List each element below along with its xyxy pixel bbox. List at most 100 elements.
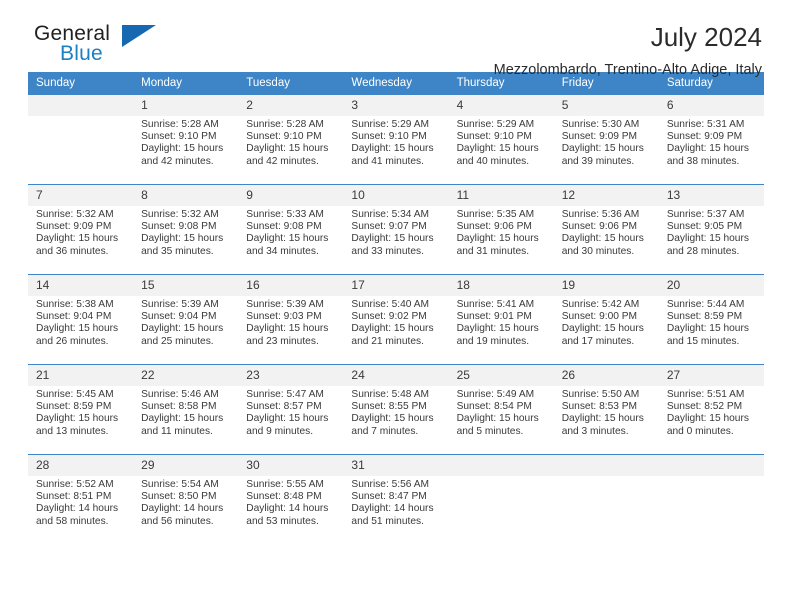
day-cell[interactable]: 27 Sunrise: 5:51 AM Sunset: 8:52 PM Dayl… xyxy=(658,364,764,455)
day-cell[interactable]: 21 Sunrise: 5:45 AM Sunset: 8:59 PM Dayl… xyxy=(28,364,134,455)
calendar-page: General Blue July 2024 Mezzolombardo, Tr… xyxy=(0,0,792,612)
brand-name-blue: Blue xyxy=(60,42,103,65)
day-details: Sunrise: 5:41 AM Sunset: 9:01 PM Dayligh… xyxy=(456,299,539,347)
page-header: General Blue July 2024 Mezzolombardo, Tr… xyxy=(28,0,764,78)
day-cell[interactable]: 2 Sunrise: 5:28 AM Sunset: 9:10 PM Dayli… xyxy=(238,94,344,185)
day-details: Sunrise: 5:29 AM Sunset: 9:10 PM Dayligh… xyxy=(456,119,539,167)
day-cell[interactable]: 15 Sunrise: 5:39 AM Sunset: 9:04 PM Dayl… xyxy=(133,274,239,365)
day-details: Sunrise: 5:38 AM Sunset: 9:04 PM Dayligh… xyxy=(36,299,119,347)
day-details: Sunrise: 5:54 AM Sunset: 8:50 PM Dayligh… xyxy=(141,479,224,527)
calendar-week-row: 21 Sunrise: 5:45 AM Sunset: 8:59 PM Dayl… xyxy=(28,364,764,455)
day-details xyxy=(659,476,764,479)
calendar-body: 1 Sunrise: 5:28 AM Sunset: 9:10 PM Dayli… xyxy=(28,94,764,545)
day-cell[interactable]: 19 Sunrise: 5:42 AM Sunset: 9:00 PM Dayl… xyxy=(553,274,659,365)
day-details: Sunrise: 5:33 AM Sunset: 9:08 PM Dayligh… xyxy=(246,209,329,257)
day-details: Sunrise: 5:48 AM Sunset: 8:55 PM Dayligh… xyxy=(351,389,434,437)
day-number: 20 xyxy=(658,275,764,296)
month-calendar: Sunday Monday Tuesday Wednesday Thursday… xyxy=(28,72,764,545)
day-details xyxy=(554,476,659,479)
calendar-week-row: 1 Sunrise: 5:28 AM Sunset: 9:10 PM Dayli… xyxy=(28,94,764,185)
page-title: July 2024 xyxy=(650,22,762,52)
day-details: Sunrise: 5:51 AM Sunset: 8:52 PM Dayligh… xyxy=(666,389,749,437)
day-number: 6 xyxy=(658,95,764,116)
day-details: Sunrise: 5:34 AM Sunset: 9:07 PM Dayligh… xyxy=(351,209,434,257)
day-cell[interactable]: 26 Sunrise: 5:50 AM Sunset: 8:53 PM Dayl… xyxy=(553,364,659,455)
day-number: 27 xyxy=(658,365,764,386)
day-number: 1 xyxy=(133,95,239,116)
day-number: 7 xyxy=(28,185,134,206)
day-cell[interactable]: 23 Sunrise: 5:47 AM Sunset: 8:57 PM Dayl… xyxy=(238,364,344,455)
day-number xyxy=(658,455,764,476)
day-details: Sunrise: 5:28 AM Sunset: 9:10 PM Dayligh… xyxy=(246,119,329,167)
day-cell[interactable]: 31 Sunrise: 5:56 AM Sunset: 8:47 PM Dayl… xyxy=(343,454,449,545)
day-details xyxy=(28,116,133,119)
day-number: 19 xyxy=(553,275,659,296)
day-number: 11 xyxy=(448,185,554,206)
day-cell-empty xyxy=(553,454,659,545)
day-number: 31 xyxy=(343,455,449,476)
day-number: 8 xyxy=(133,185,239,206)
day-cell[interactable]: 17 Sunrise: 5:40 AM Sunset: 9:02 PM Dayl… xyxy=(343,274,449,365)
day-cell-empty xyxy=(658,454,764,545)
day-number: 28 xyxy=(28,455,134,476)
day-cell[interactable]: 22 Sunrise: 5:46 AM Sunset: 8:58 PM Dayl… xyxy=(133,364,239,455)
brand-logo[interactable]: General Blue xyxy=(28,22,228,70)
day-number: 18 xyxy=(448,275,554,296)
day-number xyxy=(448,455,554,476)
day-number: 12 xyxy=(553,185,659,206)
day-details: Sunrise: 5:49 AM Sunset: 8:54 PM Dayligh… xyxy=(456,389,539,437)
day-cell[interactable]: 11 Sunrise: 5:35 AM Sunset: 9:06 PM Dayl… xyxy=(448,184,554,275)
day-details: Sunrise: 5:28 AM Sunset: 9:10 PM Dayligh… xyxy=(141,119,224,167)
day-number: 26 xyxy=(553,365,659,386)
day-details: Sunrise: 5:31 AM Sunset: 9:09 PM Dayligh… xyxy=(666,119,749,167)
day-cell[interactable]: 5 Sunrise: 5:30 AM Sunset: 9:09 PM Dayli… xyxy=(553,94,659,185)
day-cell[interactable]: 16 Sunrise: 5:39 AM Sunset: 9:03 PM Dayl… xyxy=(238,274,344,365)
day-number: 29 xyxy=(133,455,239,476)
day-number: 23 xyxy=(238,365,344,386)
day-cell[interactable]: 24 Sunrise: 5:48 AM Sunset: 8:55 PM Dayl… xyxy=(343,364,449,455)
day-number: 15 xyxy=(133,275,239,296)
day-number: 24 xyxy=(343,365,449,386)
day-cell[interactable]: 25 Sunrise: 5:49 AM Sunset: 8:54 PM Dayl… xyxy=(448,364,554,455)
day-cell[interactable]: 10 Sunrise: 5:34 AM Sunset: 9:07 PM Dayl… xyxy=(343,184,449,275)
day-cell[interactable]: 3 Sunrise: 5:29 AM Sunset: 9:10 PM Dayli… xyxy=(343,94,449,185)
day-details: Sunrise: 5:35 AM Sunset: 9:06 PM Dayligh… xyxy=(456,209,539,257)
day-cell[interactable]: 14 Sunrise: 5:38 AM Sunset: 9:04 PM Dayl… xyxy=(28,274,134,365)
calendar-week-row: 7 Sunrise: 5:32 AM Sunset: 9:09 PM Dayli… xyxy=(28,184,764,275)
day-number: 17 xyxy=(343,275,449,296)
day-cell[interactable]: 29 Sunrise: 5:54 AM Sunset: 8:50 PM Dayl… xyxy=(133,454,239,545)
day-cell[interactable]: 8 Sunrise: 5:32 AM Sunset: 9:08 PM Dayli… xyxy=(133,184,239,275)
day-cell[interactable]: 7 Sunrise: 5:32 AM Sunset: 9:09 PM Dayli… xyxy=(28,184,134,275)
day-cell[interactable]: 1 Sunrise: 5:28 AM Sunset: 9:10 PM Dayli… xyxy=(133,94,239,185)
day-details: Sunrise: 5:45 AM Sunset: 8:59 PM Dayligh… xyxy=(36,389,119,437)
day-details: Sunrise: 5:46 AM Sunset: 8:58 PM Dayligh… xyxy=(141,389,224,437)
day-cell[interactable]: 18 Sunrise: 5:41 AM Sunset: 9:01 PM Dayl… xyxy=(448,274,554,365)
day-details: Sunrise: 5:44 AM Sunset: 8:59 PM Dayligh… xyxy=(666,299,749,347)
day-number: 3 xyxy=(343,95,449,116)
day-cell[interactable]: 12 Sunrise: 5:36 AM Sunset: 9:06 PM Dayl… xyxy=(553,184,659,275)
day-number: 21 xyxy=(28,365,134,386)
day-cell-empty xyxy=(448,454,554,545)
day-cell[interactable]: 9 Sunrise: 5:33 AM Sunset: 9:08 PM Dayli… xyxy=(238,184,344,275)
day-details xyxy=(449,476,554,479)
day-cell[interactable]: 28 Sunrise: 5:52 AM Sunset: 8:51 PM Dayl… xyxy=(28,454,134,545)
day-details: Sunrise: 5:40 AM Sunset: 9:02 PM Dayligh… xyxy=(351,299,434,347)
day-details: Sunrise: 5:30 AM Sunset: 9:09 PM Dayligh… xyxy=(561,119,644,167)
day-number: 4 xyxy=(448,95,554,116)
day-cell[interactable] xyxy=(28,94,134,185)
day-details: Sunrise: 5:36 AM Sunset: 9:06 PM Dayligh… xyxy=(561,209,644,257)
day-details: Sunrise: 5:50 AM Sunset: 8:53 PM Dayligh… xyxy=(561,389,644,437)
day-number: 14 xyxy=(28,275,134,296)
day-number: 16 xyxy=(238,275,344,296)
weekday-header-monday: Monday xyxy=(133,72,239,95)
day-cell[interactable]: 30 Sunrise: 5:55 AM Sunset: 8:48 PM Dayl… xyxy=(238,454,344,545)
day-details: Sunrise: 5:55 AM Sunset: 8:48 PM Dayligh… xyxy=(246,479,329,527)
day-cell[interactable]: 13 Sunrise: 5:37 AM Sunset: 9:05 PM Dayl… xyxy=(658,184,764,275)
day-number xyxy=(553,455,659,476)
day-cell[interactable]: 6 Sunrise: 5:31 AM Sunset: 9:09 PM Dayli… xyxy=(658,94,764,185)
day-cell[interactable]: 4 Sunrise: 5:29 AM Sunset: 9:10 PM Dayli… xyxy=(448,94,554,185)
day-details: Sunrise: 5:39 AM Sunset: 9:04 PM Dayligh… xyxy=(141,299,224,347)
day-number: 30 xyxy=(238,455,344,476)
day-cell[interactable]: 20 Sunrise: 5:44 AM Sunset: 8:59 PM Dayl… xyxy=(658,274,764,365)
day-number: 5 xyxy=(553,95,659,116)
